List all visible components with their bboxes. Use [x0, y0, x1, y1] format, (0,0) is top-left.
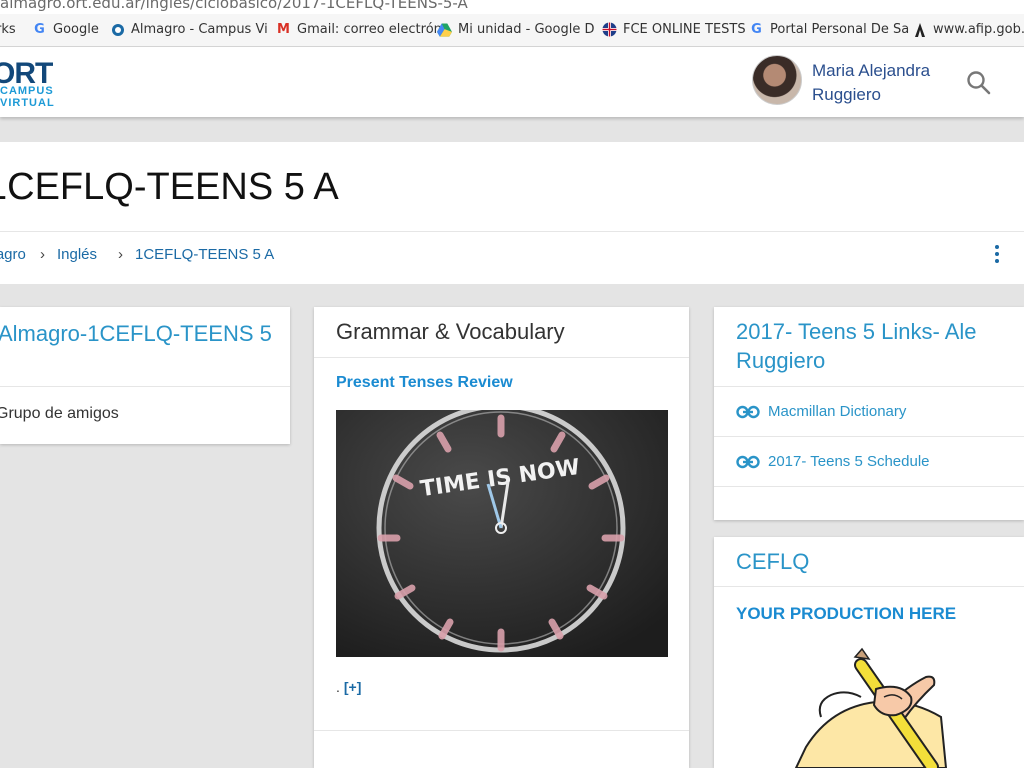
- breadcrumb-item-almagro[interactable]: Almagro: [0, 246, 26, 263]
- block-title: Grammar & Vocabulary: [336, 319, 565, 344]
- bookmark-gmail[interactable]: M Gmail: correo electrón: [276, 22, 442, 37]
- avatar[interactable]: [752, 55, 802, 105]
- afip-icon: [912, 22, 927, 37]
- link-label: 2017- Teens 5 Schedule: [768, 453, 930, 470]
- ceflq-block: CEFLQ YOUR PRODUCTION HERE: [714, 537, 1024, 768]
- chevron-right-icon: ›: [118, 246, 123, 263]
- logo-subtitle: CAMPUS VIRTUAL: [0, 85, 55, 109]
- present-tenses-link[interactable]: Present Tenses Review: [336, 374, 513, 392]
- campus-icon: [110, 22, 125, 37]
- logo-sub-line2: VIRTUAL: [0, 97, 55, 109]
- course-header-card: 1CEFLQ-TEENS 5 A Almagro › Inglés › 1CEF…: [0, 142, 1024, 284]
- block-header: 2017- Teens 5 Links- Ale Ruggiero: [714, 307, 1024, 387]
- bookmark-label: www.afip.gob.a: [933, 22, 1024, 37]
- block-header: Almagro-1CEFLQ-TEENS 5: [0, 307, 290, 387]
- production-heading[interactable]: YOUR PRODUCTION HERE: [736, 604, 956, 624]
- bookmark-label: FCE ONLINE TESTS: [623, 22, 746, 37]
- link-label: Macmillan Dictionary: [768, 403, 907, 420]
- link-teens-schedule[interactable]: 2017- Teens 5 Schedule: [714, 437, 1024, 487]
- bookmark-afip[interactable]: www.afip.gob.a: [912, 22, 1024, 37]
- link-icon: [736, 405, 760, 418]
- bookmark-label: Almagro - Campus Vi: [131, 22, 268, 37]
- grammar-vocabulary-block: Grammar & Vocabulary Present Tenses Revi…: [314, 307, 689, 768]
- bookmark-almagro-campus[interactable]: Almagro - Campus Vi: [110, 22, 268, 37]
- bookmark-drive[interactable]: Mi unidad - Google D: [437, 22, 594, 37]
- group-block: Almagro-1CEFLQ-TEENS 5 Grupo de amigos: [0, 307, 290, 444]
- bookmark-label: Mi unidad - Google D: [458, 22, 595, 37]
- divider: [314, 730, 689, 731]
- more-dot: .: [336, 679, 340, 695]
- google-icon: G: [34, 22, 45, 37]
- link-icon: [736, 455, 760, 468]
- expand-link[interactable]: [+]: [344, 679, 362, 695]
- bookmark-google[interactable]: G Google: [32, 22, 99, 37]
- block-header: Grammar & Vocabulary: [314, 307, 689, 358]
- divider: [0, 231, 1024, 232]
- breadcrumb-item-ingles[interactable]: Inglés: [57, 246, 97, 263]
- search-icon[interactable]: [966, 70, 992, 101]
- gmail-icon: M: [277, 22, 290, 37]
- bookmark-fce-tests[interactable]: FCE ONLINE TESTS: [602, 22, 746, 37]
- more-options-icon[interactable]: [995, 245, 1001, 265]
- browser-address-bar[interactable]: almagro.ort.edu.ar/ingles/ciclobasico/20…: [0, 0, 1024, 14]
- group-item[interactable]: Grupo de amigos: [0, 405, 119, 423]
- bookmark-item[interactable]: rks: [0, 22, 16, 37]
- user-name[interactable]: Maria Alejandra Ruggiero: [812, 59, 930, 107]
- link-macmillan-dictionary[interactable]: Macmillan Dictionary: [714, 387, 1024, 437]
- url-text[interactable]: almagro.ort.edu.ar/ingles/ciclobasico/20…: [0, 0, 468, 12]
- block-header: CEFLQ: [714, 537, 1024, 587]
- logo-sub-line1: CAMPUS: [0, 85, 54, 97]
- ort-logo[interactable]: ORT CAMPUS VIRTUAL: [0, 57, 54, 109]
- bookmark-label: rks: [0, 22, 16, 37]
- clock-image[interactable]: TIME IS NOW: [336, 410, 668, 657]
- block-title[interactable]: Almagro-1CEFLQ-TEENS 5: [0, 319, 272, 348]
- pencil-hand-illustration[interactable]: [736, 647, 1024, 768]
- drive-icon: [437, 22, 452, 37]
- bookmark-label: Gmail: correo electrón: [297, 22, 442, 37]
- block-title[interactable]: 2017- Teens 5 Links- Ale Ruggiero: [736, 317, 1024, 375]
- bookmarks-bar: rks G Google Almagro - Campus Vi M Gmail…: [0, 14, 1024, 47]
- bookmark-portal-personal[interactable]: G Portal Personal De Sa: [749, 22, 909, 37]
- block-title[interactable]: CEFLQ: [736, 547, 809, 576]
- user-last-name: Ruggiero: [812, 85, 881, 104]
- bookmark-label: Portal Personal De Sa: [770, 22, 910, 37]
- google-icon: G: [751, 22, 762, 37]
- chevron-right-icon: ›: [40, 246, 45, 263]
- page-title: 1CEFLQ-TEENS 5 A: [0, 166, 339, 208]
- uk-flag-icon: [602, 22, 617, 37]
- bookmark-label: Google: [53, 22, 99, 37]
- breadcrumb-item-current[interactable]: 1CEFLQ-TEENS 5 A: [135, 246, 274, 263]
- site-header: ORT CAMPUS VIRTUAL Maria Alejandra Ruggi…: [0, 47, 1024, 117]
- read-more: . [+]: [336, 679, 361, 695]
- links-block: 2017- Teens 5 Links- Ale Ruggiero Macmil…: [714, 307, 1024, 520]
- user-first-name: Maria Alejandra: [812, 61, 931, 80]
